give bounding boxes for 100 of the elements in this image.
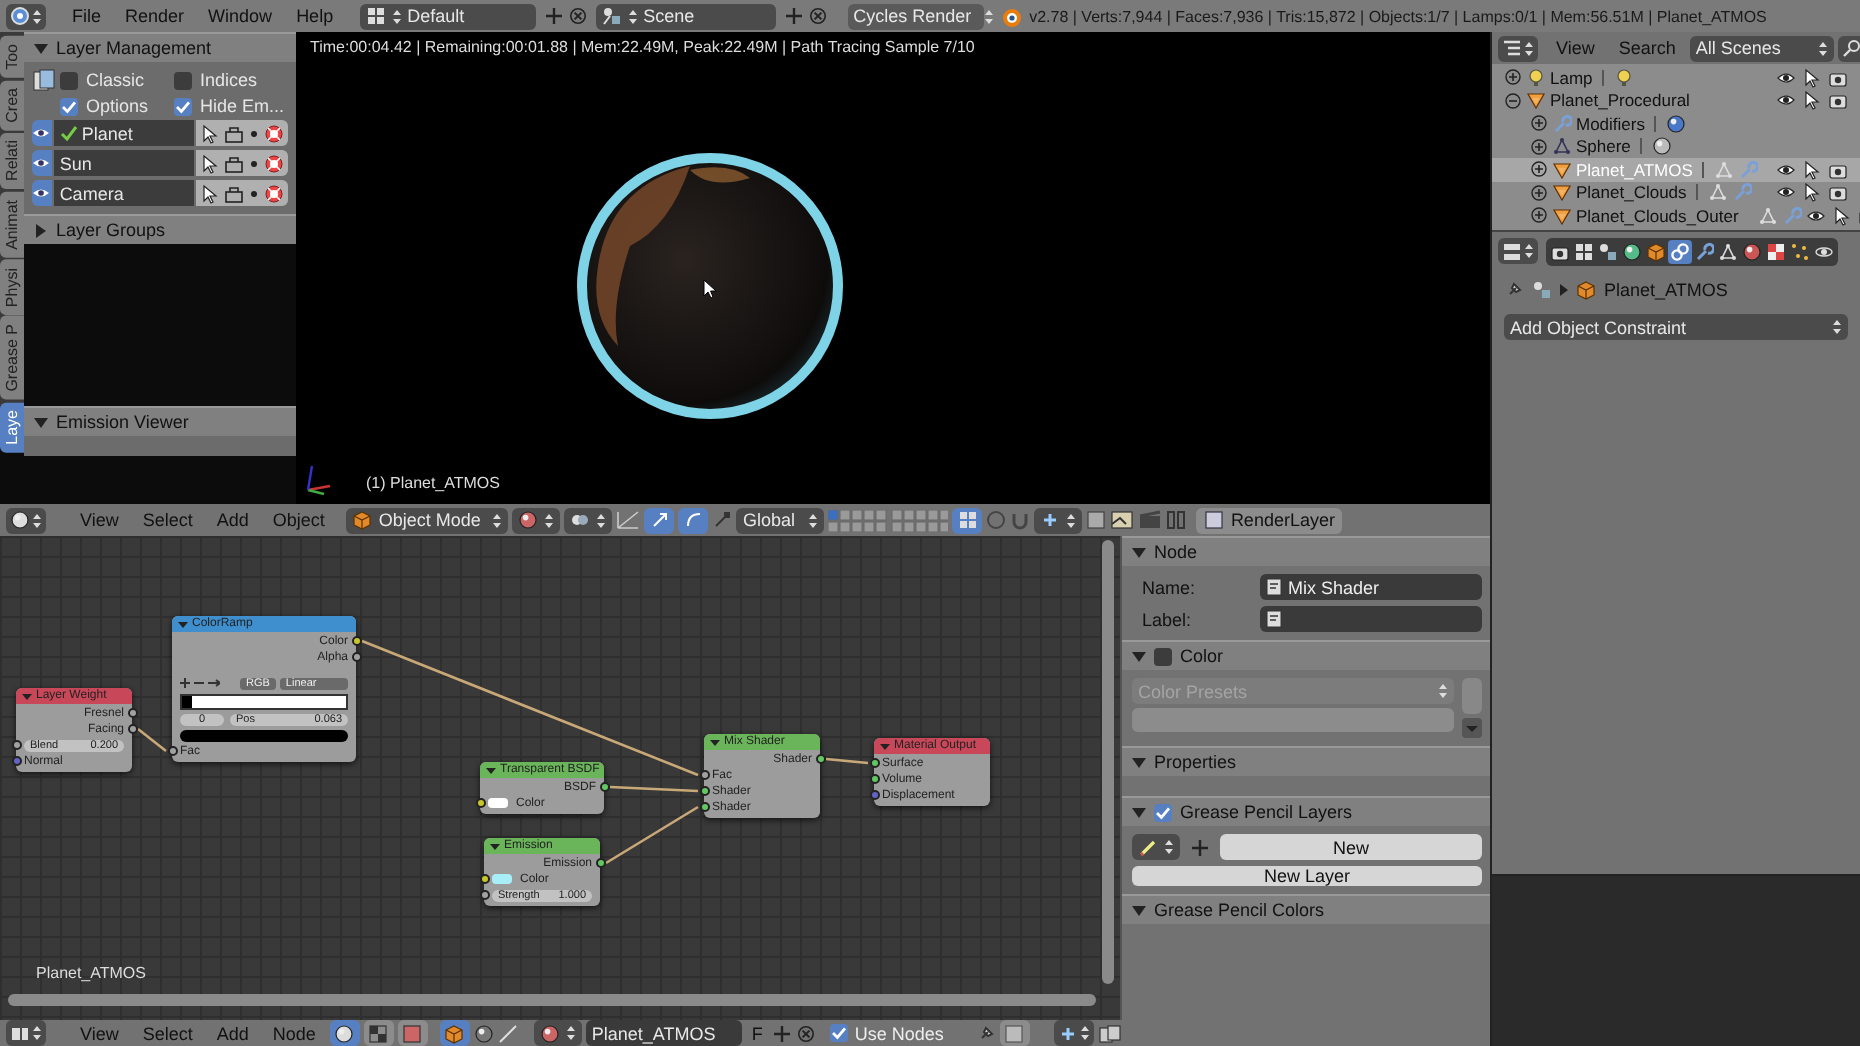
list-menu-button[interactable] bbox=[1462, 718, 1482, 738]
split-view-icon[interactable] bbox=[1166, 510, 1187, 530]
menu-item[interactable]: File bbox=[62, 3, 112, 29]
tool-tab[interactable]: Relati bbox=[0, 132, 24, 190]
tool-tab[interactable]: Too bbox=[0, 36, 24, 78]
expand-toggle-icon[interactable] bbox=[1530, 114, 1548, 133]
search-button[interactable] bbox=[1837, 35, 1860, 61]
collapse-triangle-icon[interactable] bbox=[490, 841, 500, 851]
eye-icon[interactable] bbox=[1776, 182, 1796, 203]
editor-type-button[interactable] bbox=[1498, 35, 1538, 61]
pointer-icon[interactable] bbox=[1802, 67, 1822, 88]
menu-item[interactable]: Select bbox=[132, 507, 203, 533]
material-name-field[interactable]: Planet_ATMOS bbox=[585, 1020, 742, 1046]
disclosure-triangle-icon[interactable] bbox=[1132, 649, 1146, 663]
disclosure-triangle-icon[interactable] bbox=[34, 223, 48, 237]
tool-tab[interactable]: Laye bbox=[0, 401, 24, 453]
outliner-row[interactable]: Lamp bbox=[1492, 66, 1860, 89]
menu-item[interactable]: View bbox=[70, 1020, 129, 1046]
add-icon[interactable] bbox=[543, 6, 564, 26]
close-icon[interactable] bbox=[807, 6, 828, 26]
menu-item[interactable]: Window bbox=[198, 3, 283, 29]
grease-pencil-dropdown[interactable] bbox=[1132, 834, 1180, 860]
checkbox[interactable] bbox=[174, 97, 192, 115]
scale-icon[interactable] bbox=[712, 510, 733, 530]
editor-type-button[interactable] bbox=[6, 507, 46, 533]
menu-item[interactable]: Add bbox=[206, 507, 259, 533]
compositing-nodes-button[interactable] bbox=[397, 1020, 428, 1046]
add-constraint-dropdown[interactable]: Add Object Constraint bbox=[1504, 314, 1848, 340]
menu-item[interactable]: Object bbox=[262, 507, 335, 533]
outliner-row[interactable]: Planet_Clouds bbox=[1492, 181, 1860, 204]
properties-tab[interactable] bbox=[1620, 239, 1644, 263]
rotate-button[interactable] bbox=[678, 507, 709, 533]
checkbox[interactable] bbox=[830, 1024, 849, 1042]
manipulator-icon[interactable] bbox=[616, 510, 641, 530]
properties-tab[interactable] bbox=[1764, 239, 1788, 263]
add-icon[interactable] bbox=[1190, 837, 1210, 857]
flip-icon[interactable] bbox=[208, 678, 220, 688]
collapse-triangle-icon[interactable] bbox=[178, 619, 188, 629]
properties-tab[interactable] bbox=[1788, 239, 1812, 263]
expand-toggle-icon[interactable] bbox=[1530, 160, 1548, 179]
new-layer-button[interactable]: New Layer bbox=[1132, 866, 1482, 886]
color-field[interactable] bbox=[180, 729, 348, 741]
visibility-toggle[interactable] bbox=[32, 180, 52, 206]
object-button[interactable] bbox=[439, 1020, 470, 1046]
scene-icon[interactable] bbox=[1532, 280, 1552, 300]
menu-item[interactable]: View bbox=[1546, 35, 1605, 61]
expand-toggle-icon[interactable] bbox=[1530, 183, 1548, 202]
expand-toggle-icon[interactable] bbox=[1504, 91, 1522, 110]
tool-tab[interactable]: Crea bbox=[0, 79, 24, 131]
checkbox[interactable] bbox=[60, 71, 78, 89]
pointer-icon[interactable] bbox=[1802, 182, 1822, 203]
menu-item[interactable]: Render bbox=[115, 3, 195, 29]
add-icon[interactable] bbox=[772, 1023, 793, 1043]
mode-dropdown[interactable]: Object Mode bbox=[346, 507, 509, 533]
collapse-triangle-icon[interactable] bbox=[710, 737, 720, 747]
eye-icon[interactable] bbox=[1776, 67, 1796, 88]
translate-button[interactable] bbox=[644, 507, 675, 533]
properties-tab[interactable] bbox=[1572, 239, 1596, 263]
render-toggle-icon[interactable] bbox=[264, 153, 284, 173]
eye-icon[interactable] bbox=[1776, 159, 1796, 180]
expand-toggle-icon[interactable] bbox=[1530, 206, 1548, 225]
expand-toggle-icon[interactable] bbox=[1504, 68, 1522, 87]
pointer-icon[interactable] bbox=[1832, 205, 1853, 226]
visibility-toggle[interactable] bbox=[32, 150, 52, 176]
disclosure-triangle-icon[interactable] bbox=[1132, 545, 1146, 559]
color-swatch[interactable] bbox=[488, 798, 508, 808]
tool-tab[interactable]: Grease P bbox=[0, 316, 24, 400]
lock-icon[interactable] bbox=[224, 183, 244, 203]
copy-icon[interactable] bbox=[1097, 1023, 1122, 1043]
camera-icon[interactable] bbox=[1828, 159, 1848, 180]
orientation-dropdown[interactable]: Global bbox=[736, 507, 825, 533]
horizontal-scrollbar[interactable] bbox=[8, 994, 1096, 1006]
close-icon[interactable] bbox=[567, 6, 588, 26]
disclosure-triangle-icon[interactable] bbox=[1132, 805, 1146, 819]
eye-icon[interactable] bbox=[1806, 205, 1827, 226]
visibility-toggle[interactable] bbox=[32, 120, 52, 146]
line-style-icon[interactable] bbox=[497, 1023, 518, 1043]
menu-item[interactable]: Add bbox=[206, 1020, 259, 1046]
texture-nodes-button[interactable] bbox=[363, 1020, 394, 1046]
menu-item[interactable]: View bbox=[70, 507, 129, 533]
checkbox[interactable] bbox=[1154, 647, 1172, 665]
camera-icon[interactable] bbox=[1828, 90, 1848, 111]
pointer-icon[interactable] bbox=[1802, 90, 1822, 111]
pin-icon[interactable] bbox=[1504, 280, 1524, 300]
expand-toggle-icon[interactable] bbox=[1530, 137, 1548, 156]
color-swatch[interactable] bbox=[492, 874, 512, 884]
render-toggle-icon[interactable] bbox=[264, 183, 284, 203]
color-ramp-bar[interactable] bbox=[180, 693, 348, 709]
screen-layout-field[interactable]: Default bbox=[359, 3, 536, 29]
editor-type-button[interactable] bbox=[6, 1020, 46, 1046]
snap-target-icon[interactable] bbox=[1086, 510, 1107, 530]
layer-name-field[interactable]: Planet bbox=[53, 120, 194, 146]
tool-tab[interactable]: Animat bbox=[0, 191, 24, 258]
pointer-icon[interactable] bbox=[1802, 159, 1822, 180]
new-button[interactable]: New bbox=[1220, 834, 1482, 860]
disclosure-triangle-icon[interactable] bbox=[34, 41, 48, 55]
shader-nodes-button[interactable] bbox=[329, 1020, 360, 1046]
checkbox[interactable] bbox=[174, 71, 192, 89]
camera-icon[interactable] bbox=[1828, 67, 1848, 88]
add-icon[interactable] bbox=[783, 6, 804, 26]
